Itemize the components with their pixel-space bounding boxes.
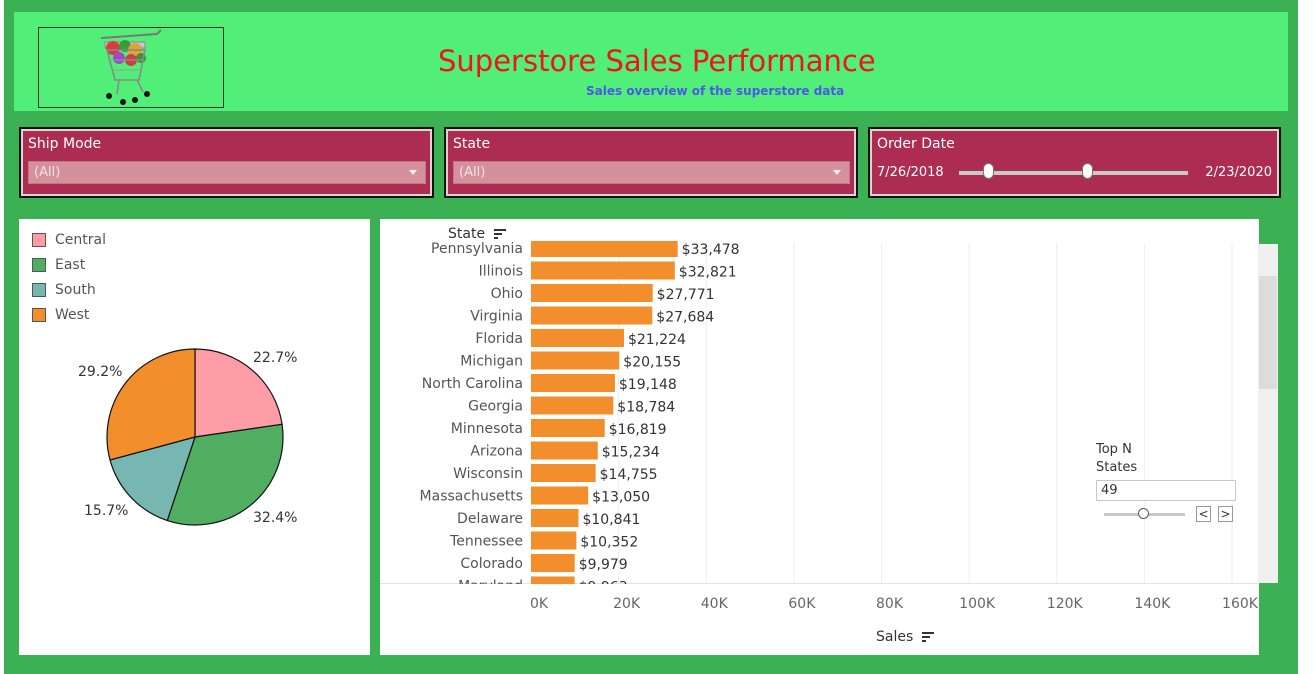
bar-wisconsin[interactable] (531, 464, 596, 482)
x-tick-label: 0K (530, 596, 549, 612)
bar-value-label: $20,155 (623, 355, 681, 371)
sort-icon[interactable] (921, 631, 934, 643)
state-label[interactable]: Pennsylvania (431, 241, 523, 257)
chart-scrollbar[interactable] (1258, 244, 1278, 583)
topn-prev-button[interactable]: < (1196, 506, 1211, 522)
x-tick-label: 80K (876, 596, 904, 612)
bar-massachusetts[interactable] (531, 486, 589, 505)
x-tick-label: 60K (788, 596, 816, 612)
topn-label-line1: Top N (1096, 442, 1132, 457)
bar-tennessee[interactable] (531, 531, 577, 550)
state-label[interactable]: Virginia (470, 309, 523, 325)
topn-input[interactable]: 49 (1096, 480, 1236, 501)
state-label[interactable]: Massachusetts (420, 489, 523, 505)
sales-axis-header[interactable]: Sales (876, 629, 934, 645)
x-tick-label: 20K (613, 596, 641, 612)
state-sales-bar-chart: 0K 20K 40K 60K 80K 100K 120K 140K 160K Pennsylvan… (380, 239, 1259, 612)
state-label[interactable]: Florida (475, 331, 523, 347)
state-label[interactable]: Wisconsin (453, 466, 523, 482)
state-label[interactable]: North Carolina (422, 376, 523, 392)
bar-ohio[interactable] (531, 284, 653, 302)
bar-virginia[interactable] (531, 306, 653, 325)
topn-slider-handle[interactable] (1138, 508, 1149, 519)
state-label[interactable]: Delaware (457, 511, 523, 527)
x-tick-label: 120K (1047, 596, 1084, 612)
bar-maryland[interactable] (531, 576, 575, 595)
bar-value-label: $21,224 (628, 332, 686, 348)
bar-value-label: $10,352 (580, 535, 638, 551)
bar-michigan[interactable] (531, 351, 620, 370)
state-label[interactable]: Georgia (468, 399, 523, 415)
bar-illinois[interactable] (531, 261, 675, 280)
bar-value-label: $10,841 (582, 512, 640, 528)
bar-north-carolina[interactable] (531, 374, 615, 392)
bar-value-label: $9,979 (579, 557, 628, 573)
state-label[interactable]: Colorado (460, 556, 523, 572)
bar-value-label: $19,148 (619, 377, 677, 393)
bar-value-label: $9,963 (579, 580, 628, 596)
state-label[interactable]: Maryland (458, 579, 523, 595)
state-label[interactable]: Michigan (460, 354, 523, 370)
bar-arizona[interactable] (531, 441, 598, 460)
state-label[interactable]: Tennessee (449, 534, 523, 550)
chart-scroll-thumb[interactable] (1259, 276, 1277, 389)
bar-colorado[interactable] (531, 554, 575, 572)
bar-value-label: $14,755 (600, 467, 658, 483)
bar-value-label: $13,050 (592, 490, 650, 506)
bar-georgia[interactable] (531, 396, 614, 415)
topn-next-button[interactable]: > (1218, 506, 1233, 522)
bar-florida[interactable] (531, 329, 624, 347)
state-label[interactable]: Minnesota (451, 421, 523, 437)
bar-value-label: $27,771 (657, 287, 715, 303)
x-tick-label: 40K (701, 596, 729, 612)
x-tick-label: 100K (959, 596, 996, 612)
bar-pennsylvania[interactable] (531, 239, 678, 257)
state-label[interactable]: Arizona (470, 444, 523, 460)
x-tick-label: 140K (1134, 596, 1171, 612)
bar-value-label: $15,234 (602, 445, 660, 461)
topn-label-line2: States (1096, 460, 1138, 475)
sales-axis-title: Sales (876, 629, 914, 645)
bar-value-label: $32,821 (679, 265, 737, 281)
state-label[interactable]: Ohio (491, 286, 523, 302)
state-label[interactable]: Illinois (479, 264, 523, 280)
bar-value-label: $16,819 (609, 422, 667, 438)
bar-minnesota[interactable] (531, 419, 605, 437)
bar-value-label: $27,684 (656, 310, 714, 326)
x-tick-label: 160K (1222, 596, 1259, 612)
bar-delaware[interactable] (531, 509, 579, 527)
bar-value-label: $18,784 (617, 400, 675, 416)
bar-value-label: $33,478 (682, 242, 740, 258)
